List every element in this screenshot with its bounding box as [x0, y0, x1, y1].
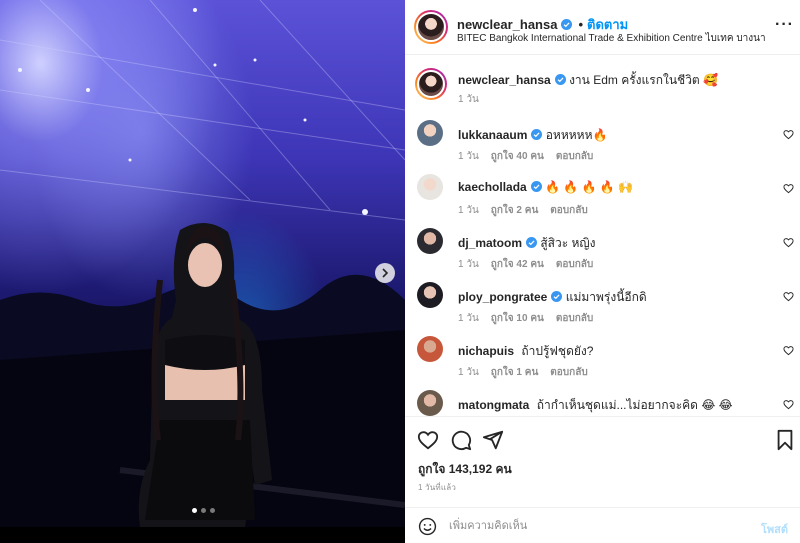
heart-icon[interactable]	[783, 345, 794, 356]
comment-text: nichapuis ถ้าปรู้ฟชุดยัง?	[458, 342, 593, 361]
comment-text: dj_matoom สู้สิวะ หญิง	[458, 234, 596, 253]
comment-username[interactable]: ploy_pongratee	[458, 290, 547, 304]
comment-likes[interactable]: ถูกใจ 2 คน	[491, 203, 539, 218]
verified-icon	[551, 291, 563, 302]
verified-icon	[561, 19, 573, 30]
comment-avatar[interactable]	[417, 282, 443, 308]
comment-text: matongmata ถ้ากำเห็นชุดแม่...ไม่อยากจะคิ…	[458, 396, 733, 415]
comment-likes[interactable]: ถูกใจ 42 คน	[491, 257, 544, 272]
comment-meta: 1 วัน ถูกใจ 2 คน ตอบกลับ	[458, 203, 588, 218]
comment-likes[interactable]: ถูกใจ 40 คน	[491, 149, 544, 164]
author-avatar[interactable]	[414, 10, 448, 44]
verified-icon	[530, 181, 542, 192]
comment-username[interactable]: dj_matoom	[458, 236, 522, 250]
comment-icon[interactable]	[450, 429, 472, 451]
verified-icon	[526, 237, 538, 248]
comment-avatar[interactable]	[417, 228, 443, 254]
caption-time: 1 วัน	[458, 94, 479, 105]
comment-meta: 1 วัน ถูกใจ 1 คน ตอบกลับ	[458, 365, 588, 380]
carousel-next-button[interactable]	[375, 263, 395, 283]
comment-username[interactable]: lukkanaaum	[458, 128, 527, 142]
comment-body: แม่มาพรุ่งนี้อีกดิ	[565, 290, 647, 304]
comment-body: สู้สิวะ หญิง	[540, 236, 596, 250]
verified-icon	[531, 129, 543, 140]
post-comment-button[interactable]: โพสต์	[761, 520, 788, 538]
post-media[interactable]	[0, 0, 405, 543]
caption-meta: 1 วัน	[458, 92, 479, 107]
comment-time: 1 วัน	[458, 367, 479, 378]
comments-list[interactable]: newclear_hansa งาน Edm ครั้งแรกในชีวิต 🥰…	[405, 55, 800, 416]
carousel-dot	[201, 508, 206, 513]
comment-body: อหหหหห🔥	[545, 128, 608, 142]
carousel-indicator	[192, 508, 215, 513]
comment-composer: โพสต์	[405, 507, 800, 543]
comment-username[interactable]: kaechollada	[458, 180, 527, 194]
reply-button[interactable]: ตอบกลับ	[550, 203, 587, 218]
more-options-icon[interactable]: ···	[775, 16, 794, 34]
reply-button[interactable]: ตอบกลับ	[550, 365, 587, 380]
comment-body: 🔥 🔥 🔥 🔥 🙌	[545, 180, 634, 194]
likes-count[interactable]: ถูกใจ 143,192 คน	[418, 460, 512, 479]
comment-avatar[interactable]	[417, 336, 443, 362]
heart-icon[interactable]	[417, 429, 439, 451]
person-figure	[138, 222, 272, 527]
heart-icon[interactable]	[783, 237, 794, 248]
caption-avatar[interactable]	[415, 68, 447, 100]
comment-avatar[interactable]	[417, 120, 443, 146]
comment-time: 1 วัน	[458, 313, 479, 324]
heart-icon[interactable]	[783, 183, 794, 194]
post-photo	[0, 0, 405, 527]
comment-time: 1 วัน	[458, 259, 479, 270]
concert-scene-image	[0, 0, 405, 527]
caption-text: newclear_hansa งาน Edm ครั้งแรกในชีวิต 🥰	[458, 71, 718, 90]
reply-button[interactable]: ตอบกลับ	[556, 149, 593, 164]
comment-meta: 1 วัน ถูกใจ 40 คน ตอบกลับ	[458, 149, 593, 164]
carousel-dot	[210, 508, 215, 513]
comment-avatar[interactable]	[417, 174, 443, 200]
emoji-icon[interactable]	[418, 517, 437, 536]
comment-input[interactable]	[449, 516, 749, 536]
comment-text: lukkanaaum อหหหหห🔥	[458, 126, 607, 145]
share-icon[interactable]	[482, 429, 504, 451]
comment-time: 1 วัน	[458, 205, 479, 216]
comment-body: ถ้ากำเห็นชุดแม่...ไม่อยากจะคิด 😂 😂	[536, 398, 733, 412]
comment-username[interactable]: nichapuis	[458, 344, 514, 358]
post-sidebar: newclear_hansa • ติดตาม BITEC Bangkok In…	[405, 0, 800, 543]
reply-button[interactable]: ตอบกลับ	[556, 311, 593, 326]
verified-icon	[554, 74, 566, 85]
post-actions	[405, 416, 800, 458]
post-location[interactable]: BITEC Bangkok International Trade & Exhi…	[457, 31, 766, 46]
comment-meta: 1 วัน ถูกใจ 10 คน ตอบกลับ	[458, 311, 593, 326]
bookmark-icon[interactable]	[774, 429, 796, 451]
comment-likes[interactable]: ถูกใจ 10 คน	[491, 311, 544, 326]
chevron-right-icon	[382, 268, 389, 278]
heart-icon[interactable]	[783, 399, 794, 410]
post-timestamp: 1 วันที่แล้ว	[418, 483, 457, 492]
heart-icon[interactable]	[783, 129, 794, 140]
comment-time: 1 วัน	[458, 151, 479, 162]
caption-username[interactable]: newclear_hansa	[458, 73, 551, 87]
comment-avatar[interactable]	[417, 390, 443, 416]
heart-icon[interactable]	[783, 291, 794, 302]
separator-bullet: •	[578, 17, 584, 32]
comment-text: kaechollada 🔥 🔥 🔥 🔥 🙌	[458, 180, 633, 194]
comment-body: ถ้าปรู้ฟชุดยัง?	[521, 344, 594, 358]
comment-text: ploy_pongratee แม่มาพรุ่งนี้อีกดิ	[458, 288, 647, 307]
post-header: newclear_hansa • ติดตาม BITEC Bangkok In…	[405, 0, 800, 55]
comment-username[interactable]: matongmata	[458, 398, 529, 412]
author-username[interactable]: newclear_hansa	[457, 17, 557, 32]
reply-button[interactable]: ตอบกลับ	[556, 257, 593, 272]
caption-body: งาน Edm ครั้งแรกในชีวิต 🥰	[569, 73, 718, 87]
carousel-dot	[192, 508, 197, 513]
comment-likes[interactable]: ถูกใจ 1 คน	[491, 365, 539, 380]
comment-meta: 1 วัน ถูกใจ 42 คน ตอบกลับ	[458, 257, 593, 272]
